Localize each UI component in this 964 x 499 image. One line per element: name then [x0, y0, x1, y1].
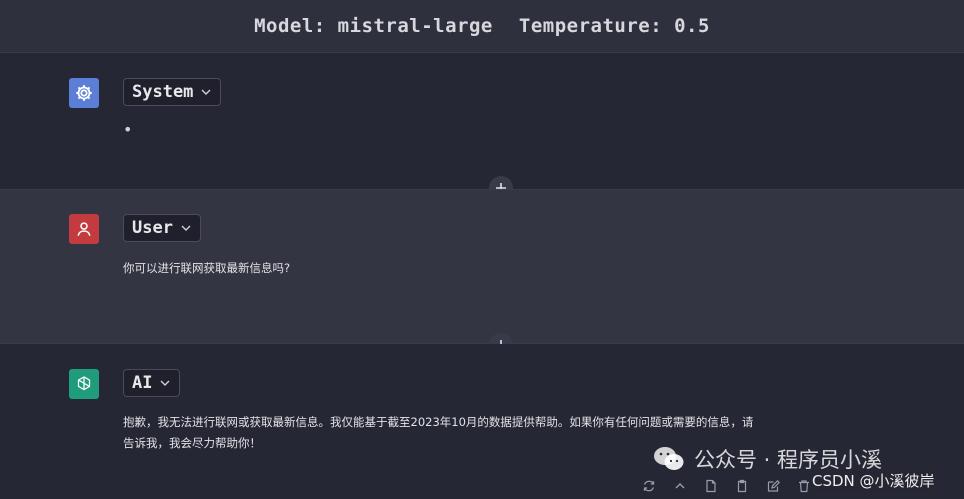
message-toolbar — [640, 476, 826, 496]
message-user: User 你可以进行联网获取最新信息吗? — [0, 189, 964, 344]
role-label: System — [132, 82, 194, 102]
refresh-icon[interactable] — [640, 477, 658, 495]
model-header: Model: mistral-large Temperature: 0.5 — [0, 0, 964, 53]
message-system: System • — [0, 53, 964, 189]
role-label: User — [132, 218, 173, 238]
chevron-down-icon — [181, 225, 191, 231]
chevron-down-icon — [160, 380, 170, 386]
role-select-user[interactable]: User — [123, 214, 201, 242]
role-select-system[interactable]: System — [123, 78, 222, 106]
message-line: 抱歉，我无法进行联网或获取最新信息。我仅能基于截至2023年10月的数据提供帮助… — [123, 415, 754, 429]
chevron-up-icon[interactable] — [671, 477, 689, 495]
openai-icon — [69, 369, 99, 399]
file-icon[interactable] — [702, 477, 720, 495]
gear-icon — [69, 78, 99, 108]
wechat-icon — [654, 447, 684, 470]
edit-icon[interactable] — [764, 477, 782, 495]
clipboard-icon[interactable] — [733, 477, 751, 495]
temperature-label: Temperature: 0.5 — [518, 15, 710, 37]
message-content[interactable]: 你可以进行联网获取最新信息吗? — [123, 258, 290, 279]
role-label: AI — [132, 373, 153, 393]
csdn-watermark: CSDN @小溪彼岸 — [812, 470, 935, 491]
user-icon — [69, 214, 99, 244]
trash-icon[interactable] — [795, 477, 813, 495]
chevron-down-icon — [201, 89, 211, 95]
role-select-ai[interactable]: AI — [123, 369, 181, 397]
message-content[interactable]: • — [123, 119, 132, 140]
model-label: Model: mistral-large — [254, 15, 493, 37]
